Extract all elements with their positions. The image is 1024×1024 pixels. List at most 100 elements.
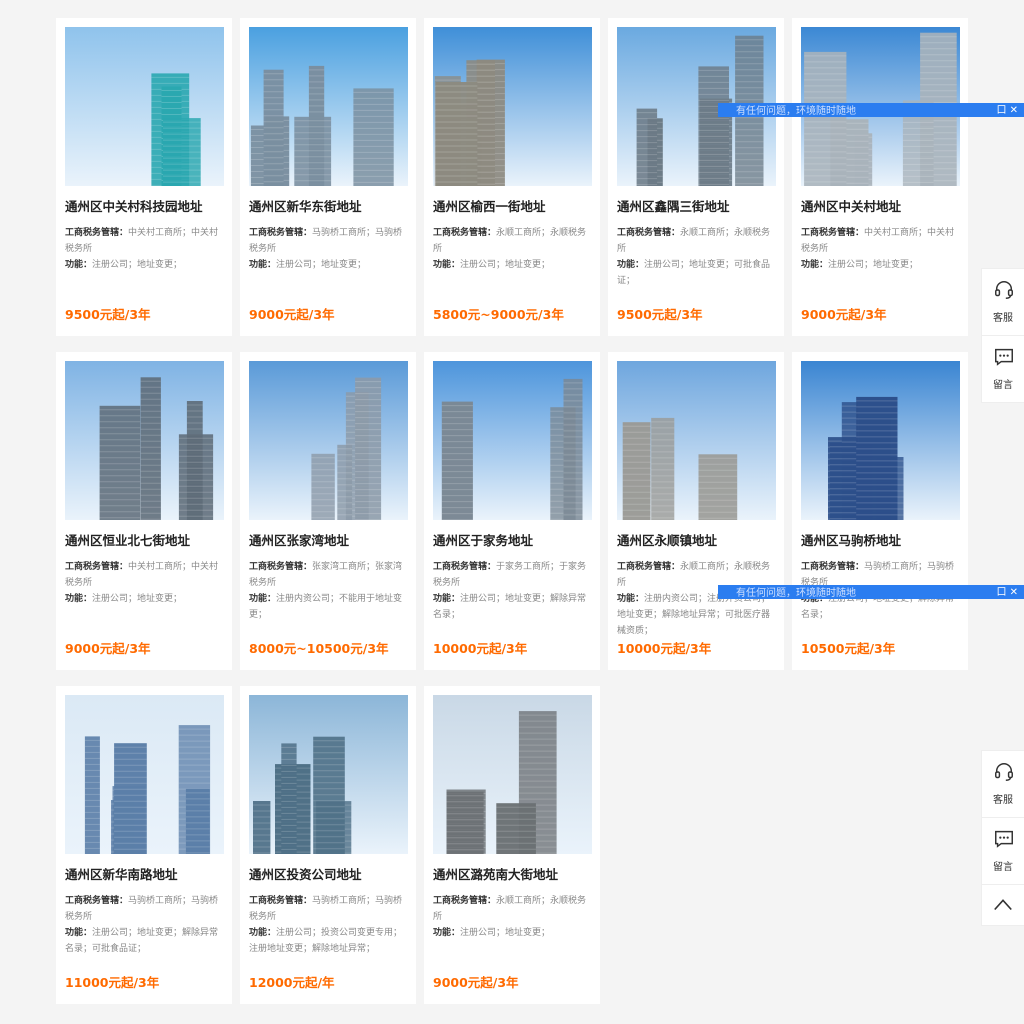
listing-card[interactable]: 通州区马驹桥地址 工商税务管辖：马驹桥工商所；马驹桥税务所 功能：注册公司；地址… bbox=[792, 352, 968, 670]
function-label: 功能： bbox=[249, 928, 277, 938]
listing-card[interactable]: 通州区中关村科技园地址 工商税务管辖：中关村工商所；中关村税务所 功能：注册公司… bbox=[56, 18, 232, 336]
building-photo[interactable] bbox=[433, 27, 592, 186]
building-photo[interactable] bbox=[65, 361, 224, 520]
listing-price: 10500元起/3年 bbox=[801, 641, 896, 656]
listing-price: 9000元起/3年 bbox=[801, 307, 887, 322]
banner-controls[interactable]: 口 ✕ bbox=[996, 585, 1018, 598]
listing-price: 12000元起/年 bbox=[249, 975, 335, 990]
listing-title[interactable]: 通州区马驹桥地址 bbox=[801, 533, 961, 549]
listing-title[interactable]: 通州区于家务地址 bbox=[433, 533, 593, 549]
listing-meta: 工商税务管辖：永顺工商所；永顺税务所 功能：注册公司；地址变更； bbox=[433, 893, 593, 941]
listing-meta: 工商税务管辖：中关村工商所；中关村税务所 功能：注册公司；地址变更； bbox=[65, 559, 225, 607]
listing-price: 9000元起/3年 bbox=[65, 641, 151, 656]
listing-title[interactable]: 通州区永顺镇地址 bbox=[617, 533, 777, 549]
listing-title[interactable]: 通州区投资公司地址 bbox=[249, 867, 409, 883]
tax-label: 工商税务管辖： bbox=[617, 562, 681, 572]
function-label: 功能： bbox=[433, 260, 461, 270]
function-label: 功能： bbox=[433, 928, 461, 938]
listing-meta: 工商税务管辖：永顺工商所；永顺税务所 功能：注册公司；地址变更； bbox=[433, 225, 593, 273]
building-photo[interactable] bbox=[249, 695, 408, 854]
building-photo[interactable] bbox=[65, 27, 224, 186]
listing-meta: 工商税务管辖：张家湾工商所；张家湾税务所 功能：注册内资公司；不能用于地址变更； bbox=[249, 559, 409, 623]
function-label: 功能： bbox=[617, 594, 645, 604]
listing-price: 9000元起/3年 bbox=[249, 307, 335, 322]
listing-meta: 工商税务管辖：于家务工商所；于家务税务所 功能：注册公司；地址变更；解除异常名录… bbox=[433, 559, 593, 623]
function-value: 注册公司；地址变更； bbox=[460, 260, 551, 270]
listing-card[interactable]: 通州区新华南路地址 工商税务管辖：马驹桥工商所；马驹桥税务所 功能：注册公司；地… bbox=[56, 686, 232, 1004]
building-photo[interactable] bbox=[617, 361, 776, 520]
tax-label: 工商税务管辖： bbox=[433, 228, 497, 238]
tax-label: 工商税务管辖： bbox=[433, 562, 497, 572]
function-label: 功能： bbox=[617, 260, 645, 270]
function-label: 功能： bbox=[249, 594, 277, 604]
listing-title[interactable]: 通州区恒业北七街地址 bbox=[65, 533, 225, 549]
listing-card[interactable]: 通州区中关村地址 工商税务管辖：中关村工商所；中关村税务所 功能：注册公司；地址… bbox=[792, 18, 968, 336]
building-photo[interactable] bbox=[801, 361, 960, 520]
tax-label: 工商税务管辖： bbox=[249, 896, 313, 906]
chevron-up-icon bbox=[994, 899, 1012, 911]
building-photo[interactable] bbox=[65, 695, 224, 854]
listing-title[interactable]: 通州区潞苑南大街地址 bbox=[433, 867, 593, 883]
function-value: 注册公司；地址变更； bbox=[92, 260, 183, 270]
tax-label: 工商税务管辖： bbox=[801, 228, 865, 238]
listing-title[interactable]: 通州区新华东街地址 bbox=[249, 199, 409, 215]
function-label: 功能： bbox=[249, 260, 277, 270]
listing-meta: 工商税务管辖：马驹桥工商所；马驹桥税务所 功能：注册公司；投资公司变更专用；注册… bbox=[249, 893, 409, 957]
customer-service-button[interactable]: 客服 bbox=[982, 269, 1024, 336]
function-value: 注册公司；地址变更； bbox=[460, 928, 551, 938]
message-button[interactable]: 留言 bbox=[982, 336, 1024, 402]
back-to-top-button[interactable] bbox=[982, 885, 1024, 925]
listing-card[interactable]: 通州区张家湾地址 工商税务管辖：张家湾工商所；张家湾税务所 功能：注册内资公司；… bbox=[240, 352, 416, 670]
listing-title[interactable]: 通州区鑫隅三街地址 bbox=[617, 199, 777, 215]
message-button[interactable]: 留言 bbox=[982, 818, 1024, 885]
customer-service-button[interactable]: 客服 bbox=[982, 751, 1024, 818]
listing-meta: 工商税务管辖：马驹桥工商所；马驹桥税务所 功能：注册公司；地址变更；解除异常名录… bbox=[65, 893, 225, 957]
headset-icon bbox=[995, 763, 1013, 781]
tax-label: 工商税务管辖： bbox=[65, 896, 129, 906]
tax-label: 工商税务管辖： bbox=[65, 228, 129, 238]
listing-price: 10000元起/3年 bbox=[433, 641, 528, 656]
banner-text: 有任何问题，环境随时随地 bbox=[736, 588, 856, 599]
listing-card[interactable]: 通州区恒业北七街地址 工商税务管辖：中关村工商所；中关村税务所 功能：注册公司；… bbox=[56, 352, 232, 670]
function-label: 功能： bbox=[801, 260, 829, 270]
building-photo[interactable] bbox=[433, 695, 592, 854]
listing-card[interactable]: 通州区于家务地址 工商税务管辖：于家务工商所；于家务税务所 功能：注册公司；地址… bbox=[424, 352, 600, 670]
listing-card[interactable]: 通州区鑫隅三街地址 工商税务管辖：永顺工商所；永顺税务所 功能：注册公司；地址变… bbox=[608, 18, 784, 336]
function-value: 注册公司；地址变更； bbox=[828, 260, 919, 270]
listing-card[interactable]: 通州区新华东街地址 工商税务管辖：马驹桥工商所；马驹桥税务所 功能：注册公司；地… bbox=[240, 18, 416, 336]
float-sidebar: 客服 留言 bbox=[981, 268, 1024, 403]
headset-icon bbox=[995, 281, 1013, 299]
float-sidebar-2: 客服 留言 bbox=[981, 750, 1024, 926]
function-label: 功能： bbox=[65, 260, 93, 270]
function-value: 注册公司；地址变更； bbox=[276, 260, 367, 270]
listing-meta: 工商税务管辖：永顺工商所；永顺税务所 功能：注册内资公司；注册外资公司；地址变更… bbox=[617, 559, 777, 639]
tax-label: 工商税务管辖： bbox=[433, 896, 497, 906]
function-label: 功能： bbox=[433, 594, 461, 604]
listing-meta: 工商税务管辖：永顺工商所；永顺税务所 功能：注册公司；地址变更；可批食品证； bbox=[617, 225, 777, 289]
tax-label: 工商税务管辖： bbox=[801, 562, 865, 572]
tax-label: 工商税务管辖： bbox=[249, 228, 313, 238]
message-label: 留言 bbox=[993, 862, 1013, 873]
listing-card[interactable]: 通州区榆西一街地址 工商税务管辖：永顺工商所；永顺税务所 功能：注册公司；地址变… bbox=[424, 18, 600, 336]
building-photo[interactable] bbox=[433, 361, 592, 520]
listing-price: 10000元起/3年 bbox=[617, 641, 712, 656]
listing-price: 8000元~10500元/3年 bbox=[249, 641, 389, 656]
banner-controls[interactable]: 口 ✕ bbox=[996, 103, 1018, 116]
chat-banner[interactable]: 有任何问题，环境随时随地 口 ✕ bbox=[718, 103, 1024, 117]
building-photo[interactable] bbox=[249, 27, 408, 186]
listing-card[interactable]: 通州区投资公司地址 工商税务管辖：马驹桥工商所；马驹桥税务所 功能：注册公司；投… bbox=[240, 686, 416, 1004]
listing-title[interactable]: 通州区榆西一街地址 bbox=[433, 199, 593, 215]
message-icon bbox=[995, 348, 1013, 366]
listing-title[interactable]: 通州区中关村科技园地址 bbox=[65, 199, 225, 215]
listing-price: 9500元起/3年 bbox=[65, 307, 151, 322]
listing-title[interactable]: 通州区中关村地址 bbox=[801, 199, 961, 215]
listing-title[interactable]: 通州区新华南路地址 bbox=[65, 867, 225, 883]
listing-card[interactable]: 通州区潞苑南大街地址 工商税务管辖：永顺工商所；永顺税务所 功能：注册公司；地址… bbox=[424, 686, 600, 1004]
listing-card[interactable]: 通州区永顺镇地址 工商税务管辖：永顺工商所；永顺税务所 功能：注册内资公司；注册… bbox=[608, 352, 784, 670]
listing-price: 11000元起/3年 bbox=[65, 975, 160, 990]
service-label: 客服 bbox=[993, 795, 1013, 806]
listing-title[interactable]: 通州区张家湾地址 bbox=[249, 533, 409, 549]
building-photo[interactable] bbox=[249, 361, 408, 520]
chat-banner-2[interactable]: 有任何问题，环境随时随地 口 ✕ bbox=[718, 585, 1024, 599]
listing-meta: 工商税务管辖：中关村工商所；中关村税务所 功能：注册公司；地址变更； bbox=[65, 225, 225, 273]
